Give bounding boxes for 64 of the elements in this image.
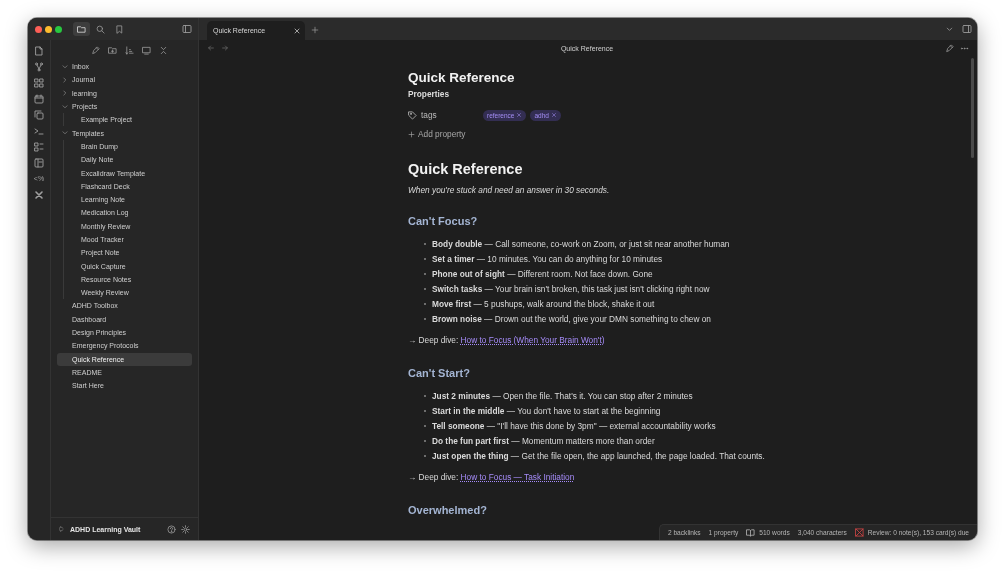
sidebar-toggle-icon[interactable] (962, 24, 972, 34)
bookmark-icon[interactable] (115, 24, 124, 34)
list-item-text: Start in the middle — You don't have to start at the beginning (432, 405, 661, 416)
section-heading: Can't Start? (408, 367, 470, 379)
book-icon[interactable] (34, 158, 44, 168)
chevron-down-icon[interactable] (61, 102, 69, 111)
chevron-right-icon[interactable] (61, 75, 69, 84)
search-icon[interactable] (96, 24, 105, 34)
list-item-text: Move first — 5 pushups, walk around the block, shake it out (432, 298, 655, 309)
edit-icon[interactable] (945, 43, 954, 53)
folder-tab[interactable] (73, 22, 90, 36)
close-icon[interactable] (293, 26, 301, 35)
note-title: Quick Reference (408, 70, 515, 85)
scrollbar-thumb[interactable] (971, 58, 974, 158)
maximize-window-button[interactable] (55, 25, 62, 33)
expand-collapse-icon[interactable] (159, 45, 168, 55)
settings-icon[interactable] (181, 524, 190, 534)
property-name: tags (421, 110, 437, 120)
collapse-icon[interactable] (142, 45, 151, 55)
note-link[interactable]: How to Focus (When Your Brain Won't) (460, 335, 605, 345)
updown-icon[interactable] (57, 525, 65, 533)
tools-icon[interactable] (34, 190, 44, 200)
list-icon[interactable] (34, 142, 44, 152)
list-item-text: Set a timer — 10 minutes. You can do anything for 10 minutes (432, 253, 663, 264)
intro-text: When you're stuck and need an answer in 30 seconds. (408, 185, 610, 195)
section-heading: Overwhelmed? (408, 504, 487, 516)
sidebar-toggle-icon[interactable] (182, 24, 192, 34)
note-heading: Quick Reference (408, 161, 523, 177)
close-window-button[interactable] (35, 25, 42, 33)
deep-dive-text: → Deep dive: How to Focus — Task Initiation (408, 472, 575, 482)
list-item-text: Do the fun part first — Momentum matters more than order (432, 435, 655, 446)
list-item-text: Brown noise — Drown out the world, give your DMN something to chew on (432, 313, 711, 324)
list-item-text: Tell someone — "I'll have this done by 3pm" — external accountability works (432, 420, 716, 431)
file-icon[interactable] (34, 46, 44, 56)
section-heading: Can't Focus? (408, 215, 478, 227)
crossed-cards-icon[interactable] (854, 528, 864, 537)
grid-icon[interactable] (34, 78, 44, 88)
list-item-text: Phone out of sight — Different room. Not face down. Gone (432, 268, 653, 279)
list-item-text: Just open the thing — Get the file open, the app launched, the page loaded. That counts. (432, 450, 765, 461)
calendar-icon[interactable] (34, 94, 44, 104)
forward-icon[interactable] (221, 44, 229, 52)
folder-icon[interactable] (77, 24, 86, 34)
minimize-window-button[interactable] (45, 25, 52, 33)
graph-icon[interactable] (34, 62, 44, 72)
plus-icon[interactable] (408, 130, 415, 138)
help-icon[interactable] (167, 524, 176, 534)
list-item-text: Body double — Call someone, co-work on Zoom, or just sit near another human (432, 238, 730, 249)
sort-icon[interactable] (125, 45, 134, 55)
note-link[interactable]: How to Focus — Task Initiation (460, 472, 575, 482)
copy-icon[interactable] (34, 110, 44, 120)
deep-dive-text: → Deep dive: How to Focus (When Your Brain Won't) (408, 335, 605, 345)
list-item-text: Just 2 minutes — Open the file. That's it. You can stop after 2 minutes (432, 390, 693, 401)
terminal-icon[interactable] (34, 126, 44, 136)
plus-icon[interactable] (311, 26, 319, 34)
list-item-text: Switch tasks — Your brain isn't broken, this task just isn't clicking right now (432, 283, 710, 294)
book-icon[interactable] (746, 528, 756, 537)
new-note-icon[interactable] (91, 45, 100, 55)
chevron-right-icon[interactable] (61, 89, 69, 98)
chevron-down-icon[interactable] (61, 62, 69, 71)
back-icon[interactable] (207, 44, 215, 52)
properties-heading: Properties (408, 89, 450, 99)
tag-icon (408, 110, 417, 120)
new-folder-icon[interactable] (108, 45, 117, 55)
add-property-button[interactable]: Add property (408, 129, 466, 139)
